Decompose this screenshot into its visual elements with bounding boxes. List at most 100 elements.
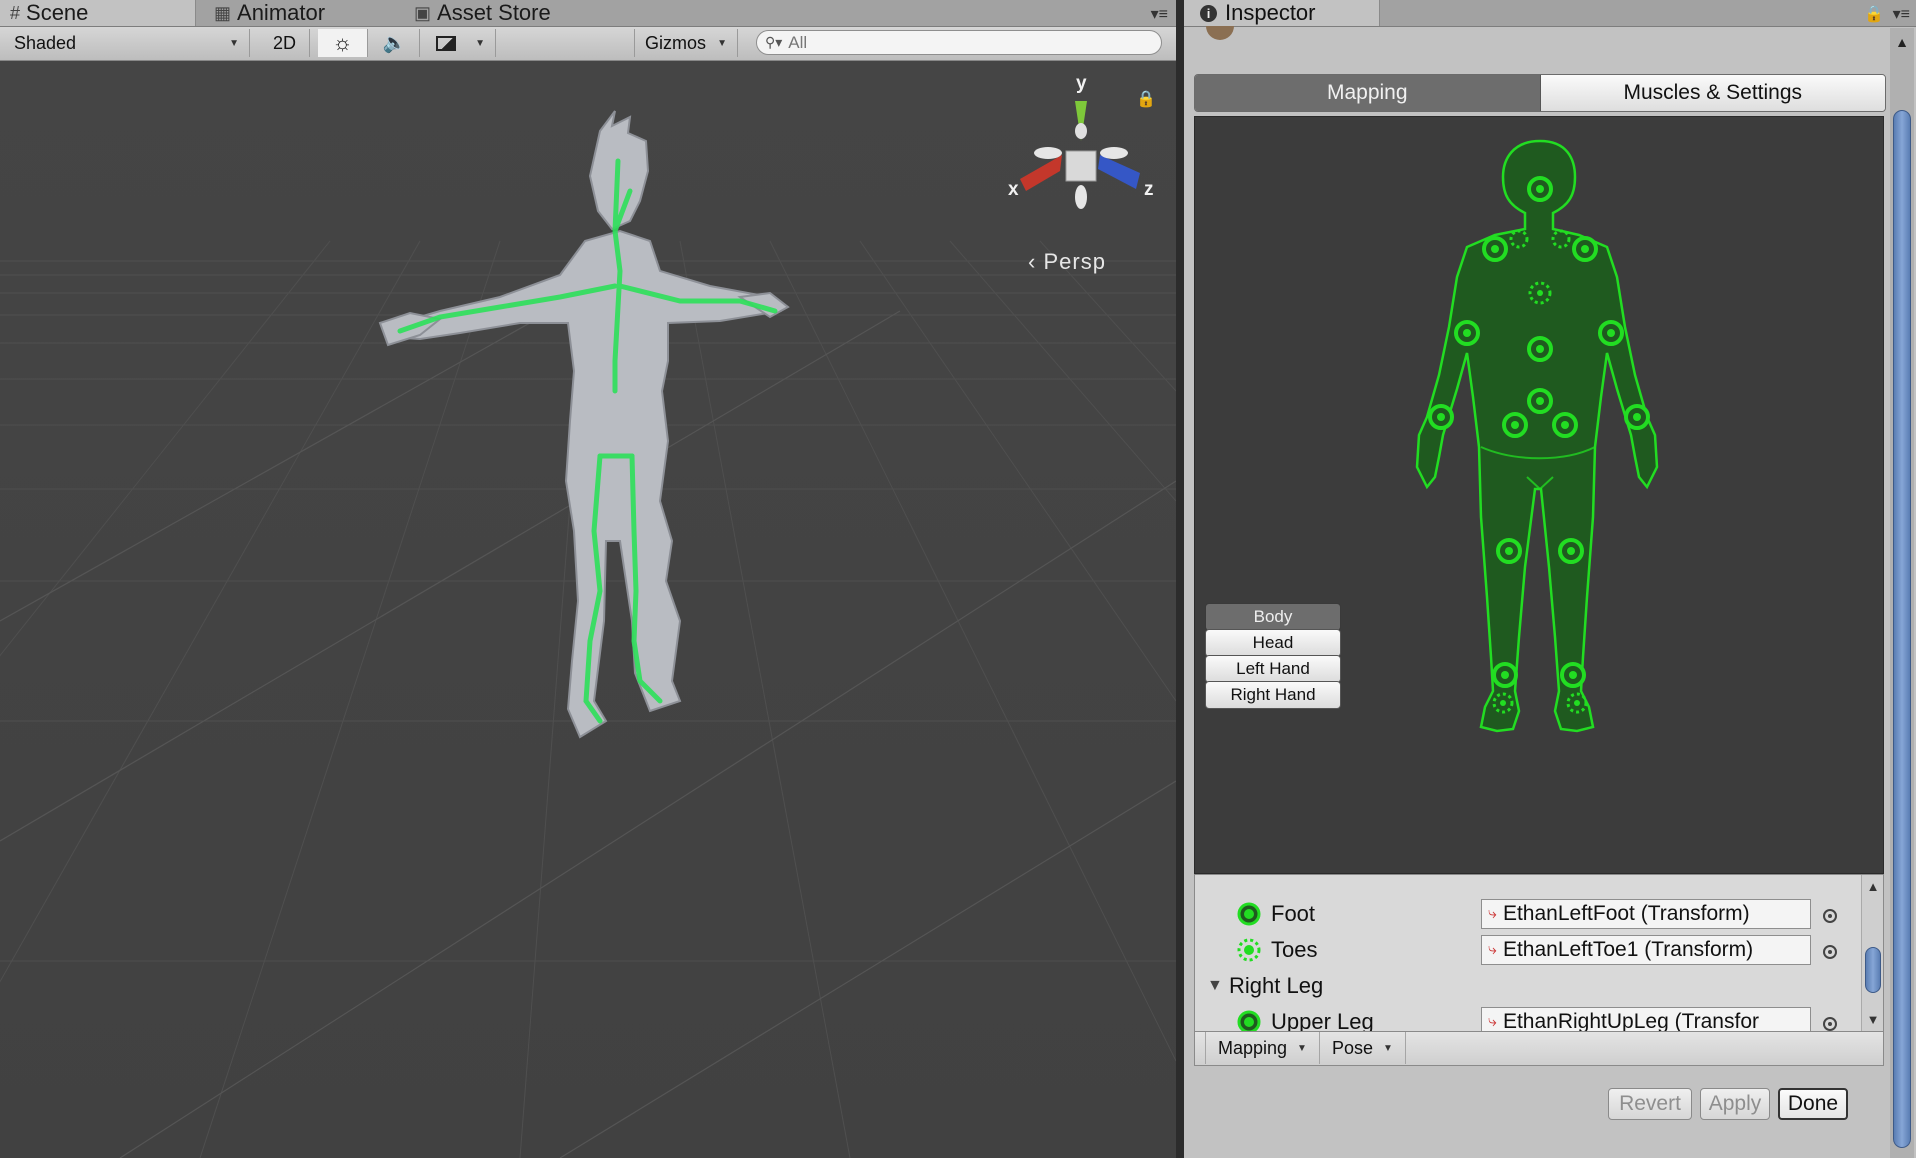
projection-label: Persp — [1043, 249, 1106, 274]
info-icon: i — [1200, 4, 1217, 22]
transform-field[interactable]: ⤷ EthanLeftFoot (Transform) — [1481, 899, 1811, 929]
tab-mapping[interactable]: Mapping — [1195, 75, 1541, 111]
bone-optional-icon — [1237, 938, 1261, 962]
chevron-down-icon: ▼ — [229, 37, 239, 49]
list-item: Foot ⤷ EthanLeftFoot (Transform) — [1195, 897, 1855, 931]
character-model[interactable] — [378, 110, 790, 739]
bone-name: Upper Leg — [1271, 1009, 1374, 1032]
tab-inspector[interactable]: i Inspector — [1184, 0, 1380, 26]
search-icon: ⚲▾ — [765, 34, 783, 50]
lock-icon[interactable]: 🔒 — [1864, 4, 1884, 24]
avatar-silhouette — [1415, 139, 1659, 733]
tab-scene-label: Scene — [26, 0, 89, 25]
inspector-scrollbar[interactable]: ▲ — [1890, 28, 1914, 1158]
panel-divider[interactable] — [1176, 0, 1184, 1158]
window-menu-icon[interactable]: ▾≡ — [1151, 4, 1168, 24]
scene-window: # Scene ▦ Animator ▣ Asset Store ▾≡ Shad… — [0, 0, 1176, 1158]
transform-field[interactable]: ⤷ EthanLeftToe1 (Transform) — [1481, 935, 1811, 965]
body-part-button-body[interactable]: Body — [1205, 603, 1341, 631]
gizmo-x-label: x — [1008, 179, 1019, 200]
body-part-button-left-hand[interactable]: Left Hand — [1205, 655, 1341, 683]
store-icon: ▣ — [414, 2, 432, 23]
mapping-dropdown-label: Mapping — [1218, 1037, 1288, 1058]
scroll-down-icon[interactable]: ▼ — [1862, 1012, 1883, 1027]
tab-animator[interactable]: ▦ Animator — [204, 0, 400, 26]
avatar-body-outline — [1415, 139, 1659, 733]
lighting-toggle-button[interactable]: ☼ — [318, 29, 368, 57]
group-name: Right Leg — [1229, 973, 1324, 998]
transform-icon: ⤷ — [1488, 905, 1497, 922]
gizmo-x-cone[interactable] — [1020, 155, 1062, 191]
foldout-expanded-icon[interactable]: ▼ — [1207, 977, 1223, 995]
inspector-tab-bar: i Inspector 🔒 ▾≡ — [1184, 0, 1916, 27]
bone-required-icon — [1237, 902, 1261, 926]
mapping-toolbar: Mapping ▼ Pose ▼ — [1194, 1032, 1884, 1066]
2d-toggle-button[interactable]: 2D — [260, 29, 310, 57]
inspector-window: i Inspector 🔒 ▾≡ ▲ Mapping Muscles & Set… — [1184, 0, 1916, 1158]
transform-icon: ⤷ — [1488, 1013, 1497, 1030]
body-part-button-right-hand[interactable]: Right Hand — [1205, 681, 1341, 709]
animator-icon: ▦ — [214, 2, 232, 23]
mapping-dropdown[interactable]: Mapping ▼ — [1205, 1032, 1319, 1064]
gizmos-label: Gizmos — [645, 32, 707, 53]
projection-toggle[interactable]: ‹ Persp — [1028, 249, 1106, 275]
bone-list-scrollbar[interactable]: ▲ ▼ — [1861, 875, 1883, 1031]
scene-toolbar: Shaded ▼ 2D ☼ 🔈 ▼ Gizmos ▼ ⚲▾ All — [0, 27, 1176, 61]
transform-value: EthanLeftToe1 (Transform) — [1502, 938, 1754, 961]
bone-name: Foot — [1271, 901, 1316, 926]
object-picker-icon[interactable] — [1823, 909, 1837, 923]
body-part-button-head[interactable]: Head — [1205, 629, 1341, 657]
effects-toggle-button[interactable]: ▼ — [426, 29, 496, 57]
scroll-up-icon[interactable]: ▲ — [1862, 879, 1883, 894]
tab-asset-store-label: Asset Store — [437, 0, 551, 25]
bone-mapping-list: Foot ⤷ EthanLeftFoot (Transform) Toes ⤷ … — [1194, 874, 1884, 1032]
gizmo-z-cone[interactable] — [1098, 155, 1140, 189]
transform-field[interactable]: ⤷ EthanRightUpLeg (Transfor — [1481, 1007, 1811, 1032]
list-group-header[interactable]: ▼ Right Leg — [1195, 969, 1855, 1003]
revert-button[interactable]: Revert — [1608, 1088, 1692, 1120]
gizmo-y-label: y — [1076, 73, 1087, 94]
2d-toggle-label: 2D — [272, 32, 296, 53]
scrollbar-thumb[interactable] — [1865, 947, 1881, 993]
draw-mode-label: Shaded — [14, 32, 77, 53]
scroll-up-icon[interactable]: ▲ — [1890, 34, 1914, 50]
gizmo-z-label: z — [1144, 179, 1154, 200]
viewport-canvas — [0, 101, 1176, 1158]
orientation-gizmo[interactable] — [1020, 101, 1140, 209]
lock-icon[interactable]: 🔒 — [1136, 89, 1156, 109]
bone-required-icon — [1237, 1010, 1261, 1031]
scrollbar-thumb[interactable] — [1893, 110, 1911, 1148]
mode-tab-bar: Mapping Muscles & Settings — [1194, 74, 1886, 112]
done-button[interactable]: Done — [1778, 1088, 1848, 1120]
tab-muscles-settings[interactable]: Muscles & Settings — [1540, 75, 1885, 111]
avatar-body-view: Body Head Left Hand Right Hand — [1194, 116, 1884, 874]
avatar-head-preview — [1206, 26, 1234, 40]
object-picker-icon[interactable] — [1823, 945, 1837, 959]
apply-button[interactable]: Apply — [1700, 1088, 1770, 1120]
pose-dropdown-label: Pose — [1331, 1037, 1373, 1058]
transform-value: EthanRightUpLeg (Transfor — [1502, 1010, 1759, 1032]
window-menu-icon[interactable]: ▾≡ — [1893, 4, 1910, 24]
chevron-down-icon: ▼ — [717, 37, 727, 49]
list-item: Toes ⤷ EthanLeftToe1 (Transform) — [1195, 933, 1855, 967]
tab-inspector-label: Inspector — [1225, 0, 1316, 25]
scene-viewport[interactable]: y x z 🔒 ‹ Persp — [0, 61, 1176, 1158]
image-icon — [436, 35, 456, 51]
gizmo-center-cube[interactable] — [1065, 150, 1097, 182]
sun-icon: ☼ — [332, 30, 353, 55]
gizmos-dropdown[interactable]: Gizmos ▼ — [634, 29, 738, 57]
pose-dropdown[interactable]: Pose ▼ — [1318, 1032, 1406, 1064]
draw-mode-dropdown[interactable]: Shaded ▼ — [4, 29, 250, 57]
search-placeholder: All — [788, 32, 808, 52]
chevron-left-icon: ‹ — [1028, 249, 1037, 274]
tab-asset-store[interactable]: ▣ Asset Store — [404, 0, 600, 26]
audio-toggle-button[interactable]: 🔈 — [370, 29, 420, 57]
speaker-icon: 🔈 — [382, 33, 407, 54]
chevron-down-icon: ▼ — [1297, 1042, 1307, 1054]
list-item: Upper Leg ⤷ EthanRightUpLeg (Transfor — [1195, 1005, 1855, 1032]
tab-scene[interactable]: # Scene — [0, 0, 196, 26]
scene-tab-bar: # Scene ▦ Animator ▣ Asset Store ▾≡ — [0, 0, 1176, 27]
chevron-down-icon: ▼ — [1382, 1042, 1393, 1054]
object-picker-icon[interactable] — [1823, 1017, 1837, 1031]
search-input[interactable]: ⚲▾ All — [756, 30, 1162, 55]
